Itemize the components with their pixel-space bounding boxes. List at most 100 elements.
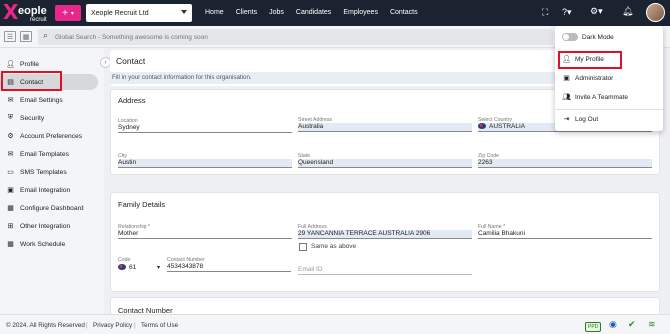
sidebar-item-label: Email Templates <box>20 150 69 158</box>
nav-contacts[interactable]: Contacts <box>390 9 418 16</box>
nav-clients[interactable]: Clients <box>236 9 257 16</box>
company-select[interactable]: Xeople Recruit Ltd <box>86 4 192 22</box>
person-icon: 👤︎ <box>562 56 571 63</box>
help-icon[interactable]: ?▾ <box>562 7 572 18</box>
section-title-contact-number: Contact Number <box>118 306 173 314</box>
relationship-input[interactable]: Mother <box>118 230 292 239</box>
check-circle-icon[interactable]: ✔ <box>628 319 636 330</box>
australia-flag-icon <box>478 123 486 130</box>
sidebar-item-label: Profile <box>20 60 39 68</box>
sidebar-item-profile[interactable]: 👤︎ Profile <box>0 56 100 72</box>
sidebar-item-label: Account Preferences <box>20 132 83 140</box>
wifi-icon[interactable]: ≋ <box>648 319 656 330</box>
fullscreen-icon[interactable]: ⛶ <box>542 7 548 18</box>
contact-number-input[interactable]: 4534343878 <box>167 263 291 272</box>
contact-number-field: Contact Number 4534343878 <box>167 257 291 275</box>
sidebar-item-sms-templates[interactable]: ▭ SMS Templates <box>0 164 100 180</box>
contact-number-card: Contact Number <box>110 297 660 314</box>
sidebar-item-work-schedule[interactable]: ▦ Work Schedule <box>0 236 100 252</box>
user-circle-icon[interactable]: ◉ <box>609 319 617 330</box>
sidebar-item-contact[interactable]: ▤ Contact <box>0 74 98 90</box>
state-input[interactable]: Queensland <box>298 159 472 168</box>
code-select[interactable]: 61 ▾ <box>118 264 160 274</box>
menu-item-my-profile[interactable]: 👤︎ My Profile <box>562 55 604 64</box>
quick-add-button[interactable]: + ▾ <box>55 5 81 21</box>
grid-view-icon[interactable]: ▦ <box>20 31 32 42</box>
footer-separator: | <box>134 322 136 329</box>
street-address-input[interactable]: Australia <box>298 123 472 132</box>
dark-mode-toggle[interactable]: Dark Mode <box>562 33 614 41</box>
footer-separator: | <box>86 322 88 329</box>
sidebar-item-configure-dashboard[interactable]: ▦ Configure Dashboard <box>0 200 100 216</box>
bell-icon[interactable]: 🔔︎ <box>622 6 633 17</box>
admin-icon: ▣ <box>563 75 570 82</box>
country-value: AUSTRALIA <box>489 123 526 130</box>
chevron-down-icon <box>181 10 187 14</box>
chevron-down-icon: ▾ <box>70 10 74 17</box>
zip-code-field: Zip Code 2263 <box>478 153 652 169</box>
sidebar-item-label: Configure Dashboard <box>20 204 84 212</box>
full-name-field: Full Name * Camilia Bhakuni <box>478 224 652 240</box>
sidebar-item-label: Email Settings <box>20 96 63 104</box>
envelope-template-icon: ✉ <box>7 151 14 158</box>
nav-jobs[interactable]: Jobs <box>269 9 284 16</box>
administrator-label: Administrator <box>575 74 614 82</box>
privacy-policy-link[interactable]: Privacy Policy <box>93 322 132 329</box>
relationship-field: Relationship * Mother <box>118 224 292 240</box>
sidebar-item-email-settings[interactable]: ✉ Email Settings <box>0 92 100 108</box>
logout-icon: ⇥ <box>563 116 570 123</box>
nav-home[interactable]: Home <box>205 9 224 16</box>
gear-icon[interactable]: ⚙▾ <box>590 6 603 17</box>
calendar-icon: ▦ <box>7 241 14 248</box>
code-label: Code <box>118 257 131 263</box>
menu-item-log-out[interactable]: ⇥ Log Out <box>562 115 599 124</box>
user-menu-dropdown: Dark Mode 👤︎ My Profile ▣ Administrator … <box>555 26 663 131</box>
global-search-input[interactable] <box>55 31 535 43</box>
zip-code-input[interactable]: 2263 <box>478 159 652 168</box>
copyright-text: © 2024. All Rights Reserved <box>6 322 85 329</box>
nav-candidates[interactable]: Candidates <box>296 9 331 16</box>
terms-of-use-link[interactable]: Terms of Use <box>141 322 178 329</box>
company-select-value: Xeople Recruit Ltd <box>91 9 149 17</box>
same-as-above-checkbox[interactable] <box>299 243 307 251</box>
nav-employees[interactable]: Employees <box>343 9 378 16</box>
menu-item-invite-teammate[interactable]: 👥︎ Invite A Teammate <box>562 93 628 102</box>
email-id-input[interactable]: Email ID <box>298 266 472 275</box>
logo-subtitle: recruit <box>30 17 47 23</box>
sidebar-item-other-integration[interactable]: ⊞ Other Integration <box>0 218 100 234</box>
email-integration-icon: ▣ <box>7 187 14 194</box>
section-title-family-details: Family Details <box>118 200 166 209</box>
sidebar-item-label: Contact <box>20 78 44 86</box>
same-as-above-label: Same as above <box>311 243 357 250</box>
main-nav: Home Clients Jobs Candidates Employees C… <box>205 9 430 16</box>
family-details-card: Family Details Relationship * Mother Ful… <box>110 192 660 292</box>
xeople-logo[interactable]: X eople recruit <box>3 0 51 24</box>
code-field: Code 61 ▾ <box>118 257 160 275</box>
state-field: State Queensland <box>298 153 472 169</box>
list-view-icon[interactable]: ☰ <box>4 31 16 42</box>
sidebar-item-label: Other Integration <box>20 222 71 230</box>
logo-x-mark: X <box>3 0 19 24</box>
person-icon: 👤︎ <box>6 61 15 68</box>
menu-item-administrator[interactable]: ▣ Administrator <box>562 74 614 83</box>
sidebar-item-label: SMS Templates <box>20 168 67 176</box>
full-address-input[interactable]: 29 YANCANNIA TERRACE AUSTRALIA 2906 <box>298 230 472 239</box>
shield-icon: ⛨ <box>7 114 14 121</box>
integration-icon: ⊞ <box>7 223 14 230</box>
preferences-icon: ⚙ <box>7 133 14 140</box>
sidebar-item-email-integration[interactable]: ▣ Email Integration <box>0 182 100 198</box>
chevron-left-icon: ‹ <box>104 59 107 66</box>
chat-icon: ▭ <box>7 169 14 176</box>
full-name-input[interactable]: Camilia Bhakuni <box>478 230 652 239</box>
user-avatar[interactable] <box>646 3 665 22</box>
sidebar-item-account-preferences[interactable]: ⚙ Account Preferences <box>0 128 100 144</box>
toggle-switch[interactable] <box>562 33 578 41</box>
location-field: Location Sydney <box>118 118 292 134</box>
location-input[interactable]: Sydney <box>118 124 292 133</box>
sidebar-item-email-templates[interactable]: ✉ Email Templates <box>0 146 100 162</box>
footer: © 2024. All Rights Reserved | Privacy Po… <box>0 314 670 334</box>
sidebar-item-security[interactable]: ⛨ Security <box>0 110 100 126</box>
code-value: 61 <box>129 264 137 271</box>
contact-card-icon: ▤ <box>7 79 14 86</box>
city-input[interactable]: Austin <box>118 159 292 168</box>
